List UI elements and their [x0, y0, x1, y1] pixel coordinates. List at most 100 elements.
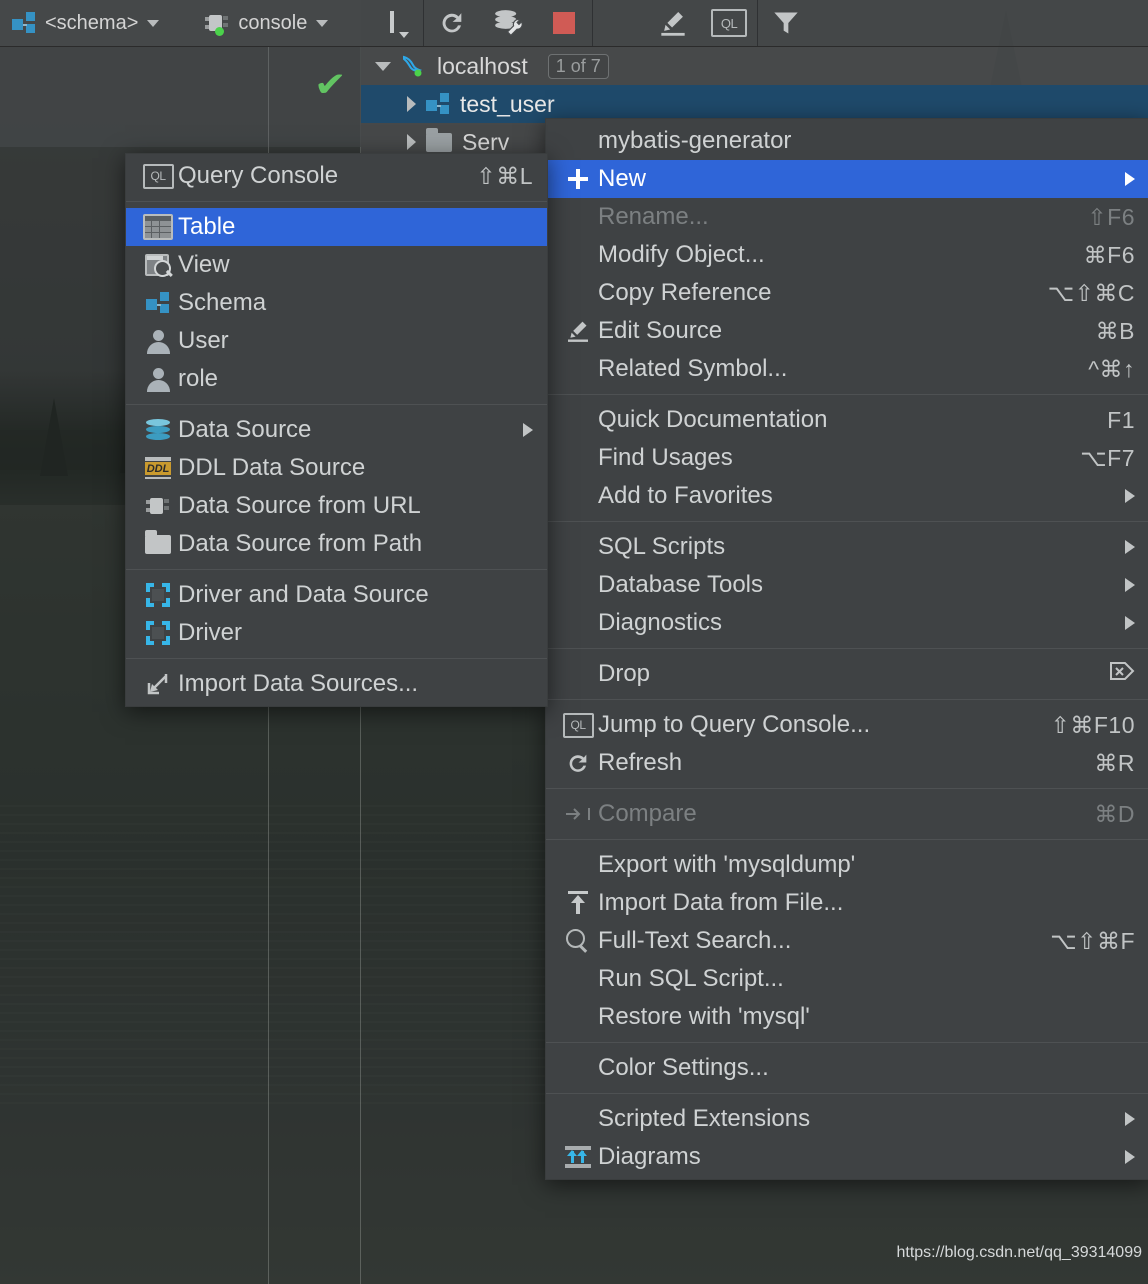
menu-item-accelerator: ⇧⌘F10 [1051, 712, 1135, 739]
menu-item-role[interactable]: role [126, 360, 547, 398]
menu-item-data-source-from-path[interactable]: Data Source from Path [126, 525, 547, 563]
menu-item-refresh[interactable]: Refresh ⌘R [546, 744, 1148, 782]
menu-item-full-text-search[interactable]: Full-Text Search... ⌥⇧⌘F [546, 922, 1148, 960]
chevron-right-icon[interactable] [407, 96, 416, 112]
compare-icon [565, 804, 591, 824]
refresh-icon [565, 751, 591, 776]
menu-item-run-sql-script[interactable]: Run SQL Script... [546, 960, 1148, 998]
menu-item-export-with-mysqldump[interactable]: Export with 'mysqldump' [546, 846, 1148, 884]
submenu-arrow-icon [1125, 1112, 1135, 1126]
menu-item-scripted-extensions[interactable]: Scripted Extensions [546, 1100, 1148, 1138]
chevron-down-icon [316, 20, 328, 27]
menu-item-label: Refresh [598, 749, 1074, 777]
menu-item-label: Run SQL Script... [598, 965, 1135, 993]
menu-item-copy-reference[interactable]: Copy Reference ⌥⇧⌘C [546, 274, 1148, 312]
menu-item-accelerator: ⌥⇧⌘F [1050, 928, 1135, 955]
menu-item-query-console[interactable]: QL Query Console ⇧⌘L [126, 157, 547, 195]
menu-item-jump-to-query-console[interactable]: QL Jump to Query Console... ⇧⌘F10 [546, 706, 1148, 744]
menu-item-find-usages[interactable]: Find Usages ⌥F7 [546, 439, 1148, 477]
menu-item-icon-slot [558, 319, 598, 343]
menu-item-accelerator: ⌥F7 [1080, 445, 1135, 472]
schema-icon [146, 292, 170, 314]
menu-group: QL Query Console ⇧⌘L [126, 154, 547, 198]
menu-separator [546, 788, 1148, 789]
menu-item-icon-slot [558, 891, 598, 915]
menu-item-sql-scripts[interactable]: SQL Scripts [546, 528, 1148, 566]
chevron-right-icon[interactable] [407, 134, 416, 150]
refresh-button[interactable] [424, 0, 480, 46]
menu-item-accelerator: ⌘D [1094, 801, 1135, 828]
menu-item-new[interactable]: New [546, 160, 1148, 198]
menu-item-label: User [178, 327, 533, 355]
menu-item-accelerator: ⇧F6 [1087, 204, 1135, 231]
menu-item-icon-slot [138, 672, 178, 696]
pencil-icon [566, 319, 590, 343]
edit-source-button[interactable] [645, 0, 701, 46]
console-selector[interactable]: console [193, 0, 340, 46]
tree-row[interactable]: localhost 1 of 7 [361, 47, 1148, 85]
submenu-arrow-icon [523, 423, 533, 437]
menu-item-driver-and-data-source[interactable]: Driver and Data Source [126, 576, 547, 614]
table-icon [143, 214, 173, 240]
new-submenu[interactable]: QL Query Console ⇧⌘L Table View [125, 153, 548, 707]
menu-item-icon-slot [138, 214, 178, 240]
menu-item-accelerator: F1 [1107, 407, 1135, 434]
filter-button[interactable] [758, 0, 814, 46]
menu-item-icon-slot [558, 167, 598, 191]
menu-item-edit-source[interactable]: Edit Source ⌘B [546, 312, 1148, 350]
chevron-down-icon[interactable] [375, 62, 391, 71]
menu-item-driver[interactable]: Driver [126, 614, 547, 652]
menu-item-data-source[interactable]: Data Source [126, 411, 547, 449]
menu-item-rename: Rename... ⇧F6 [546, 198, 1148, 236]
user-icon [146, 367, 170, 391]
menu-group: Quick Documentation F1 Find Usages ⌥F7 A… [546, 398, 1148, 518]
schema-selector[interactable]: <schema> [0, 0, 171, 46]
menu-item-drop[interactable]: Drop [546, 655, 1148, 693]
menu-item-ddl-data-source[interactable]: DDL DDL Data Source [126, 449, 547, 487]
tree-row-label: localhost [437, 53, 528, 80]
driver-icon [146, 621, 170, 645]
submenu-arrow-icon [1125, 578, 1135, 592]
menu-item-label: SQL Scripts [598, 533, 1107, 561]
menu-item-schema[interactable]: Schema [126, 284, 547, 322]
console-selector-label: console [238, 12, 307, 35]
menu-item-restore-with-mysql[interactable]: Restore with 'mysql' [546, 998, 1148, 1036]
ql-icon: QL [711, 9, 747, 37]
toolbar-left: <schema> console [0, 0, 361, 47]
menu-item-diagrams[interactable]: Diagrams [546, 1138, 1148, 1176]
database-tools-button[interactable] [480, 0, 536, 46]
menu-item-label: Add to Favorites [598, 482, 1107, 510]
menu-item-import-data-sources[interactable]: Import Data Sources... [126, 665, 547, 703]
submenu-arrow-icon [1125, 616, 1135, 630]
menu-item-mybatis-generator[interactable]: mybatis-generator [546, 122, 1148, 160]
query-console-button[interactable]: QL [701, 0, 757, 46]
menu-separator [546, 648, 1148, 649]
menu-item-icon-slot [558, 929, 598, 953]
menu-item-add-to-favorites[interactable]: Add to Favorites [546, 477, 1148, 515]
menu-item-color-settings[interactable]: Color Settings... [546, 1049, 1148, 1087]
funnel-icon [771, 9, 801, 37]
menu-item-accelerator: ⌘F6 [1084, 242, 1135, 269]
menu-item-database-tools[interactable]: Database Tools [546, 566, 1148, 604]
menu-item-related-symbol[interactable]: Related Symbol... ^⌘↑ [546, 350, 1148, 388]
menu-separator [546, 521, 1148, 522]
main-context-menu[interactable]: mybatis-generator New Rename... ⇧F6 Modi… [545, 118, 1148, 1180]
menu-item-diagnostics[interactable]: Diagnostics [546, 604, 1148, 642]
driver-icon [146, 583, 170, 607]
menu-item-data-source-from-url[interactable]: Data Source from URL [126, 487, 547, 525]
menu-item-label: Data Source from URL [178, 492, 533, 520]
stop-button[interactable] [536, 0, 592, 46]
menu-item-label: Export with 'mysqldump' [598, 851, 1135, 879]
menu-item-user[interactable]: User [126, 322, 547, 360]
menu-item-quick-documentation[interactable]: Quick Documentation F1 [546, 401, 1148, 439]
menu-item-view[interactable]: View [126, 246, 547, 284]
add-button[interactable] [361, 0, 423, 46]
menu-item-modify-object[interactable]: Modify Object... ⌘F6 [546, 236, 1148, 274]
plus-dropdown-icon [379, 10, 405, 36]
menu-item-import-data-from-file[interactable]: Import Data from File... [546, 884, 1148, 922]
view-icon [145, 254, 171, 276]
menu-item-label: Import Data from File... [598, 889, 1135, 917]
console-plug-icon [205, 13, 229, 33]
stop-square-icon [553, 12, 575, 34]
menu-item-table[interactable]: Table [126, 208, 547, 246]
